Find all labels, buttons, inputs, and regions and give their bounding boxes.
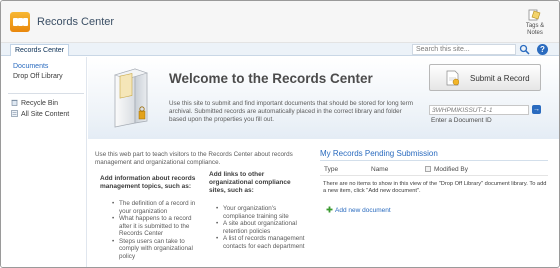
records-center-page: Records Center Tags & Notes Records Cent… <box>0 0 560 268</box>
submit-record-button[interactable]: Submit a Record <box>429 64 541 91</box>
tags-label-line1: Tags & <box>525 23 545 29</box>
sidebar-link-all-site-content[interactable]: All Site Content <box>11 110 69 118</box>
all-site-content-label: All Site Content <box>21 111 70 118</box>
top-nav-bar: Records Center Search this site... ? <box>1 43 559 56</box>
search-input[interactable]: Search this site... <box>412 44 516 55</box>
document-id-go-icon[interactable]: → <box>532 105 541 114</box>
site-logo-icon[interactable] <box>10 12 30 32</box>
tags-label-line2: Notes <box>527 30 543 36</box>
select-all-checkbox[interactable] <box>425 166 431 172</box>
pending-empty-message: There are no items to show in this view … <box>323 181 547 194</box>
info-right-heading: Add links to other organizational compli… <box>209 171 291 194</box>
document-id-label: Enter a Document ID <box>431 117 492 124</box>
add-new-document-link[interactable]: Add new document <box>326 206 391 214</box>
recycle-bin-label: Recycle Bin <box>21 100 58 107</box>
pending-title-divider <box>320 160 548 161</box>
recycle-bin-icon <box>11 99 18 106</box>
sidebar-divider <box>8 93 84 94</box>
sidebar-item-drop-off-library[interactable]: Drop Off Library <box>13 73 63 80</box>
sidebar-heading-documents[interactable]: Documents <box>13 63 48 70</box>
add-icon <box>326 206 333 213</box>
list-item: A list of records management contacts fo… <box>215 235 307 250</box>
welcome-description: Use this site to submit and find importa… <box>169 100 413 123</box>
add-new-document-label: Add new document <box>335 207 391 214</box>
site-header: Records Center Tags & Notes <box>1 1 559 43</box>
list-item: A site about organizational retention po… <box>215 220 307 235</box>
all-site-content-icon <box>11 110 18 117</box>
list-item: What happens to a record after it is sub… <box>111 215 203 238</box>
tab-records-center[interactable]: Records Center <box>10 44 70 56</box>
document-id-input[interactable]: 3WHPMIKISSUT-1-1 <box>429 105 529 115</box>
info-left-heading: Add information about records management… <box>100 175 196 190</box>
sidebar-link-recycle-bin[interactable]: Recycle Bin <box>11 99 58 107</box>
column-header-name[interactable]: Name <box>371 166 388 173</box>
site-title[interactable]: Records Center <box>37 16 114 28</box>
column-header-modified-by[interactable]: Modified By <box>434 166 468 173</box>
tags-notes-button[interactable]: Tags & Notes <box>515 9 555 37</box>
info-part-intro: Use this web part to teach visitors to t… <box>95 151 293 166</box>
help-icon[interactable]: ? <box>537 44 548 55</box>
search-icon[interactable] <box>519 44 530 55</box>
welcome-title: Welcome to the Records Center <box>169 71 373 86</box>
tag-icon <box>528 9 541 21</box>
info-left-list: The definition of a record in your organ… <box>111 200 203 260</box>
submit-record-label: Submit a Record <box>470 74 530 83</box>
list-item: Your organization's compliance training … <box>215 205 307 220</box>
column-header-divider <box>320 175 548 176</box>
list-item: Steps users can take to comply with orga… <box>111 238 203 261</box>
list-item: The definition of a record in your organ… <box>111 200 203 215</box>
submit-document-icon <box>446 70 459 86</box>
column-header-type[interactable]: Type <box>324 166 338 173</box>
info-right-list: Your organization's compliance training … <box>215 205 307 250</box>
quick-launch: Documents Drop Off Library Recycle Bin A… <box>1 57 87 267</box>
pending-title[interactable]: My Records Pending Submission <box>320 149 438 158</box>
records-cabinet-icon <box>114 68 148 128</box>
